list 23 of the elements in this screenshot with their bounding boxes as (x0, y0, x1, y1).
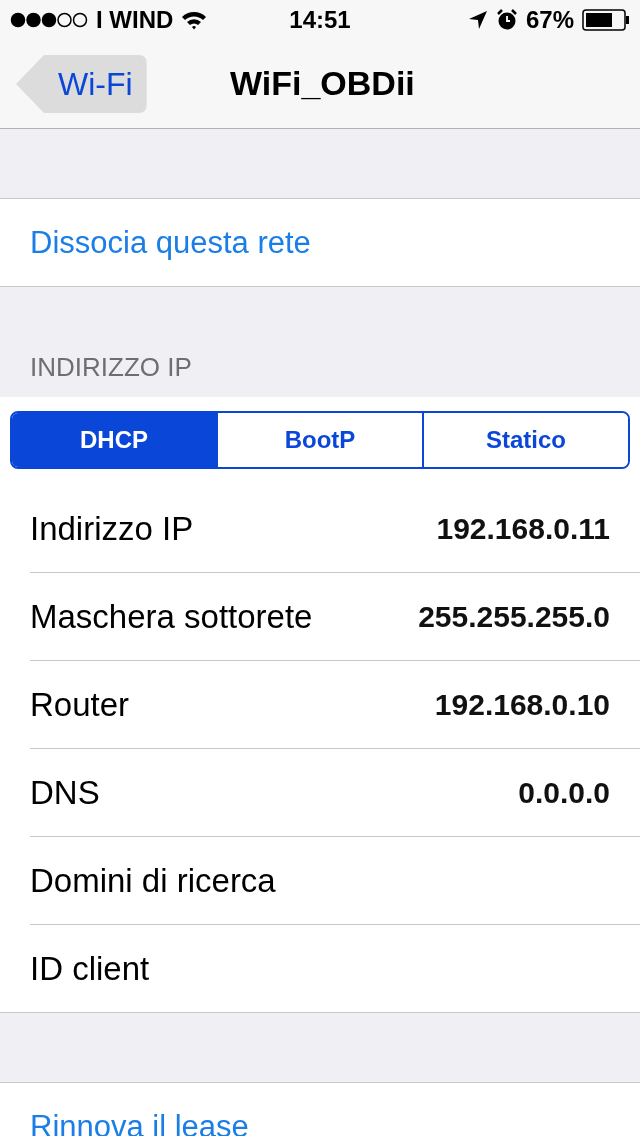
row-label: Maschera sottorete (30, 597, 313, 636)
segment-tab[interactable]: Statico (422, 413, 628, 467)
carrier-name: I WIND (96, 6, 174, 34)
alarm-clock-icon (495, 9, 518, 31)
wifi-icon (181, 10, 208, 30)
row-label: Indirizzo IP (30, 509, 194, 548)
battery-icon (582, 9, 630, 31)
battery-percentage: 67% (525, 6, 574, 34)
row-label: Router (30, 685, 130, 724)
row-value: 192.168.0.10 (434, 687, 610, 722)
nav-title: WiFi_OBDii (230, 64, 415, 103)
row-value: 0.0.0.0 (518, 775, 610, 810)
row-label: ID client (30, 949, 150, 988)
signal-icon (10, 12, 88, 28)
row-label: Domini di ricerca (30, 861, 276, 900)
segment-tab[interactable]: DHCP (12, 413, 216, 467)
clock-time: 14:51 (289, 6, 351, 34)
location-arrow-icon (467, 10, 488, 30)
row-value: 192.168.0.11 (436, 511, 610, 546)
row-label: DNS (30, 773, 100, 812)
row-value: 255.255.255.0 (418, 599, 610, 634)
back-button[interactable]: Wi-Fi (16, 55, 147, 113)
section-header: INDIRIZZO IP (30, 352, 192, 383)
